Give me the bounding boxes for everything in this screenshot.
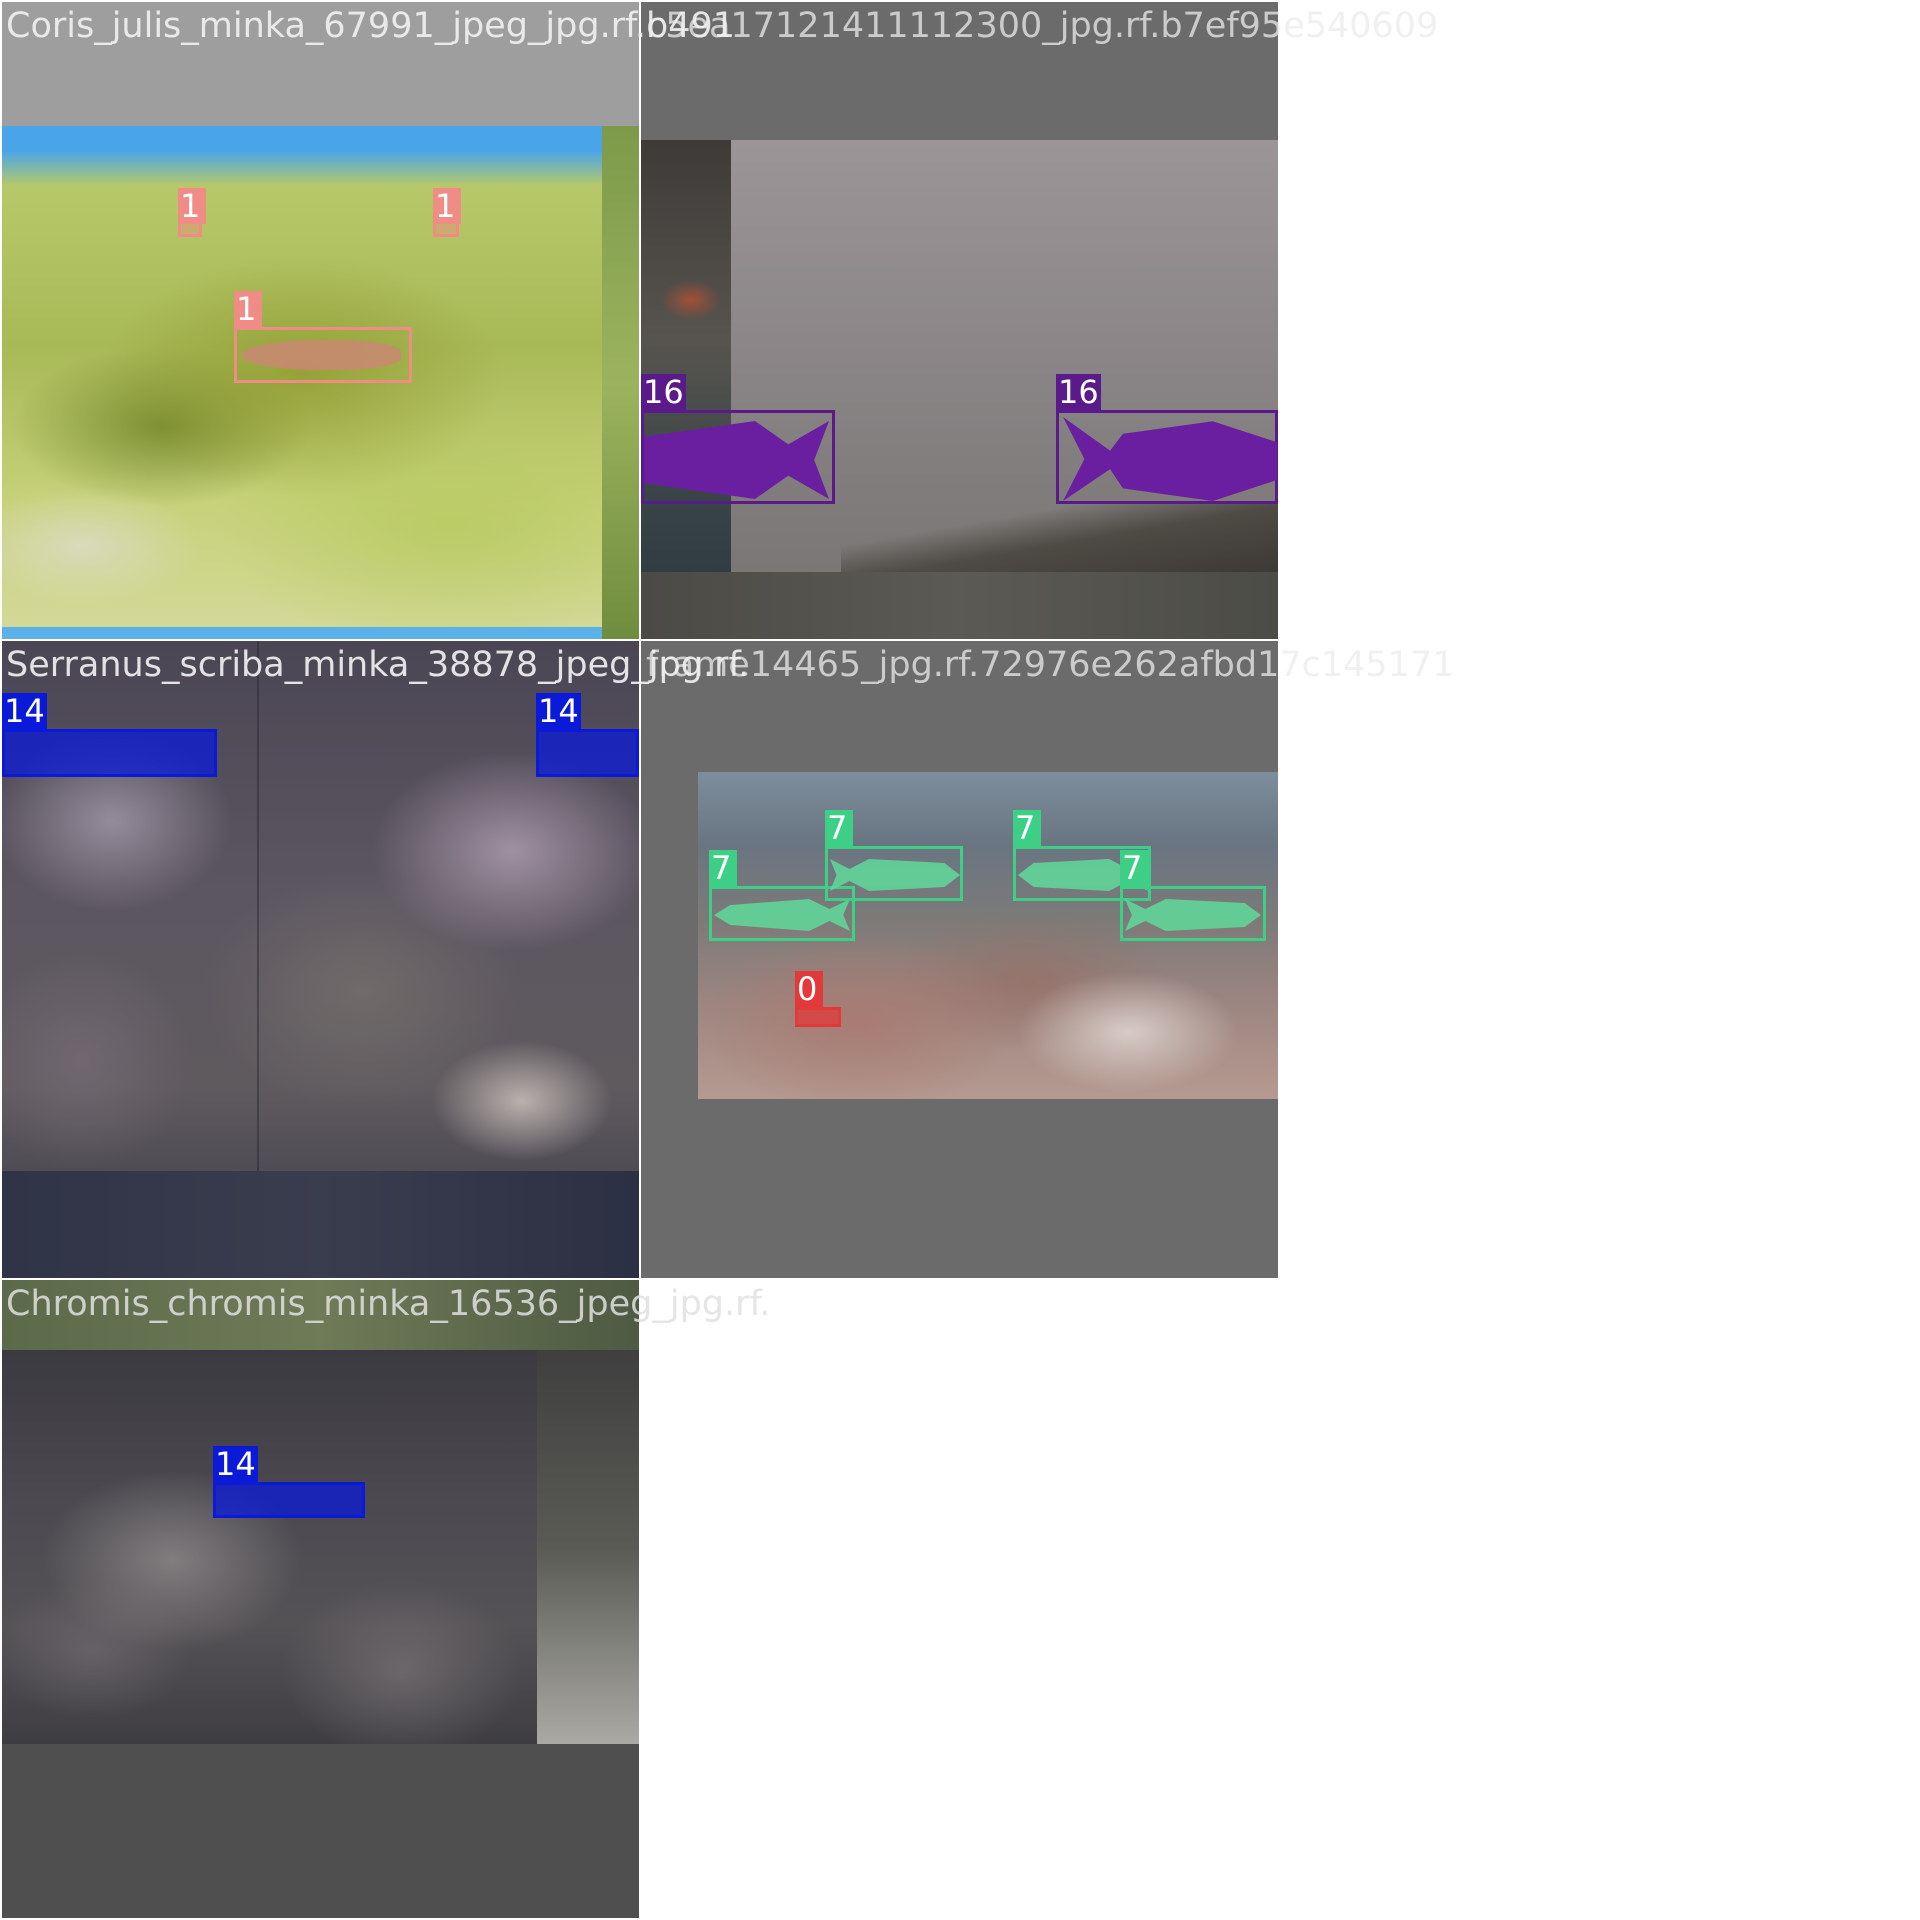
class-label: 0 <box>795 971 823 1007</box>
underwater-photo <box>2 1350 537 1744</box>
detection-box <box>795 1007 841 1027</box>
mosaic-tile-coris-julis: 1 1 1 <box>2 2 639 639</box>
class-label: 7 <box>1120 850 1148 886</box>
photo-right-strip <box>537 1350 639 1744</box>
detection-box <box>825 846 963 901</box>
detection-box <box>1056 410 1278 504</box>
mosaic-tile-chromis-chromis: 14 <box>2 1280 639 1918</box>
class-label: 1 <box>433 188 461 224</box>
class-label: 1 <box>234 291 262 327</box>
detection-box <box>213 1482 365 1518</box>
mosaic-tile-c5ea: 16 16 <box>641 2 1278 639</box>
fish-silhouette <box>644 421 829 499</box>
photo-bottom-strip <box>2 627 602 639</box>
photo-top-strip <box>2 1280 639 1350</box>
detection-box <box>234 327 412 383</box>
class-label: 16 <box>1056 373 1101 411</box>
fish-silhouette <box>1125 899 1261 931</box>
class-label: 7 <box>709 850 737 886</box>
mosaic-tile-serranus-scriba: 14 14 <box>2 641 639 1278</box>
detection-box <box>641 410 835 504</box>
detection-box <box>536 729 639 777</box>
fish-silhouette <box>714 899 850 931</box>
fish-silhouette <box>1063 417 1277 501</box>
seabed <box>841 502 1278 572</box>
class-label: 14 <box>2 692 47 730</box>
class-label: 16 <box>641 373 686 411</box>
photo-bottom-strip <box>641 572 1278 639</box>
class-label: 14 <box>213 1445 258 1483</box>
fish-silhouette <box>241 340 401 370</box>
photo-divider <box>257 641 259 1171</box>
detection-box <box>2 729 217 777</box>
photo-bottom-strip <box>2 1171 639 1278</box>
detection-box <box>1120 886 1266 941</box>
class-label: 7 <box>1013 810 1041 846</box>
class-label: 14 <box>536 692 581 730</box>
mosaic-tile-frame14465: 7 7 7 7 0 <box>641 641 1278 1278</box>
fish-silhouette <box>830 859 960 891</box>
photo-edge-strip <box>602 126 639 639</box>
class-label: 1 <box>178 188 206 224</box>
class-label: 7 <box>825 810 853 846</box>
